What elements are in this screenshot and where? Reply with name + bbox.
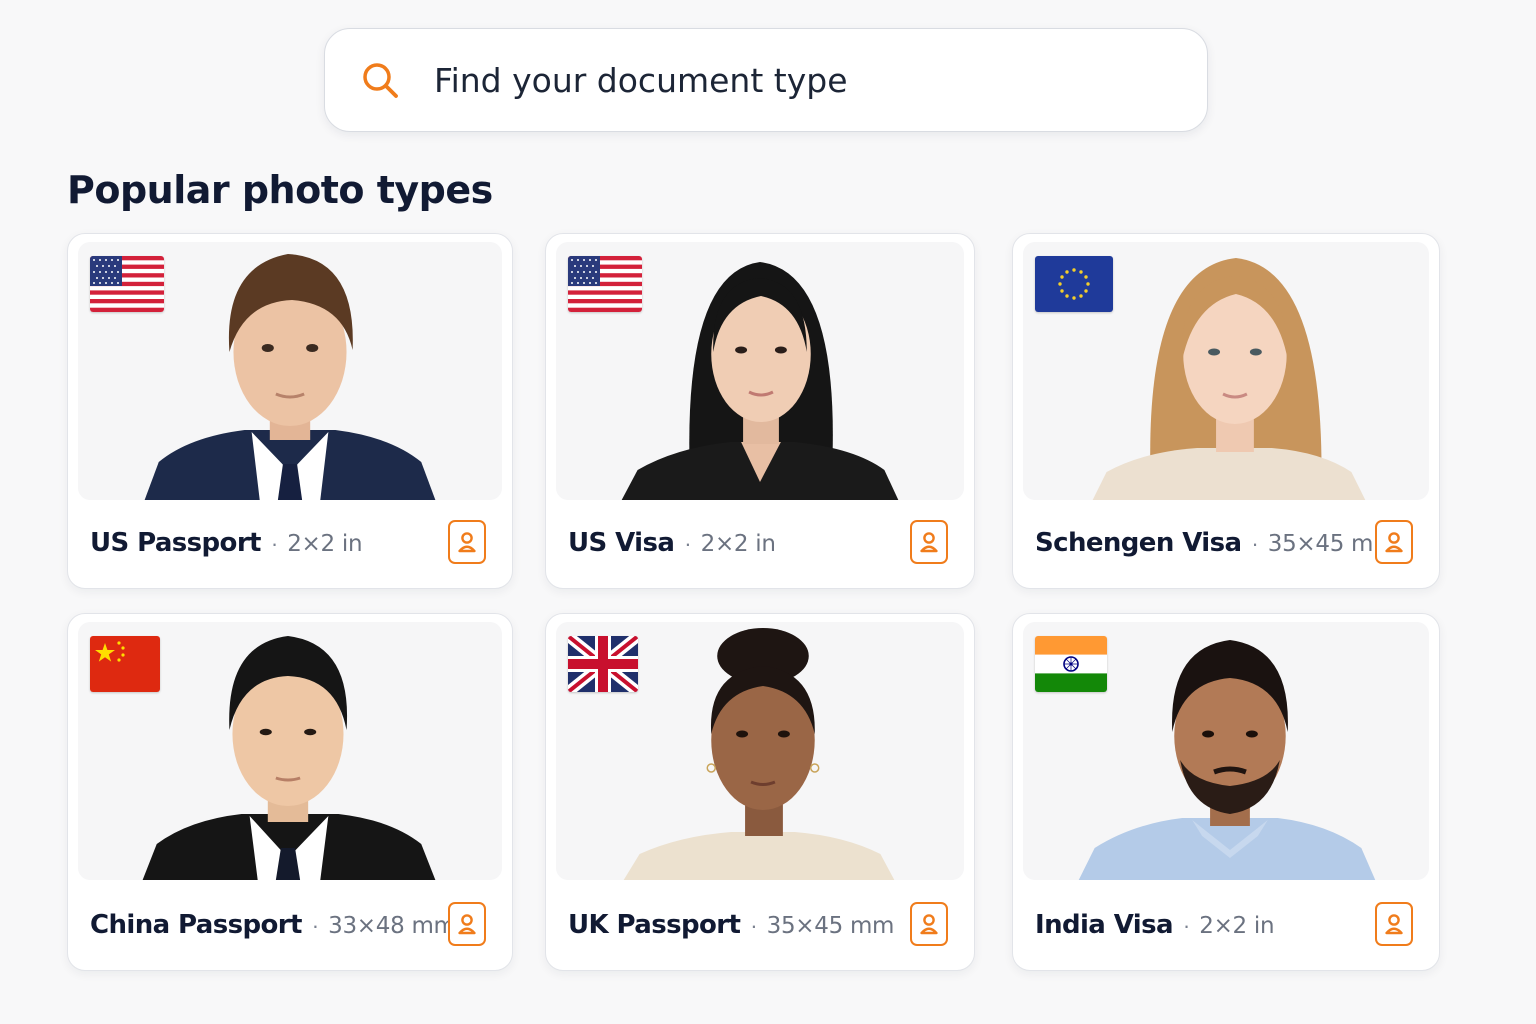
card-us-passport[interactable]: US Passport · 2×2 in (67, 233, 513, 589)
id-photo-button[interactable] (1375, 902, 1413, 946)
portrait-photo (556, 622, 964, 880)
separator-dot: · (1251, 531, 1259, 556)
id-photo-icon (458, 532, 476, 553)
portrait-photo (78, 242, 502, 500)
separator-dot: · (750, 913, 758, 938)
id-photo-button[interactable] (448, 520, 486, 564)
document-name: UK Passport (568, 910, 741, 940)
card-schengen-visa[interactable]: Schengen Visa · 35×45 mm (1012, 233, 1440, 589)
document-name: India Visa (1035, 910, 1174, 940)
photo-size: 2×2 in (287, 531, 363, 557)
photo-size: 33×48 mm (328, 913, 456, 939)
card-label: UK Passport · 35×45 mm (568, 910, 894, 940)
photo-size: 2×2 in (1199, 913, 1275, 939)
eu-flag-icon (1035, 256, 1113, 312)
card-label: Schengen Visa · 35×45 mm (1035, 528, 1396, 558)
separator-dot: · (311, 913, 320, 938)
document-name: US Passport (90, 528, 261, 558)
id-photo-button[interactable] (910, 902, 948, 946)
us-flag-icon (90, 256, 164, 312)
id-photo-button[interactable] (910, 520, 948, 564)
search-icon (363, 63, 398, 98)
id-photo-icon (920, 532, 938, 553)
id-photo-button[interactable] (448, 902, 486, 946)
card-label: China Passport · 33×48 mm (90, 910, 456, 940)
separator-dot: · (270, 531, 279, 556)
card-label: US Passport · 2×2 in (90, 528, 363, 558)
section-title: Popular photo types (67, 168, 493, 212)
us-flag-icon (568, 256, 642, 312)
portrait-photo (1023, 622, 1429, 880)
id-photo-icon (458, 914, 476, 935)
search-bar[interactable] (324, 28, 1208, 132)
separator-dot: · (1182, 913, 1191, 938)
id-photo-icon (1385, 914, 1403, 935)
card-label: India Visa · 2×2 in (1035, 910, 1275, 940)
card-us-visa[interactable]: US Visa · 2×2 in (545, 233, 975, 589)
portrait-photo (78, 622, 502, 880)
id-photo-icon (1385, 532, 1403, 553)
separator-dot: · (684, 531, 692, 556)
card-label: US Visa · 2×2 in (568, 528, 776, 558)
document-name: China Passport (90, 910, 302, 940)
card-uk-passport[interactable]: UK Passport · 35×45 mm (545, 613, 975, 971)
card-china-passport[interactable]: China Passport · 33×48 mm (67, 613, 513, 971)
photo-size: 2×2 in (700, 531, 776, 557)
portrait-photo (556, 242, 964, 500)
id-photo-icon (920, 914, 938, 935)
card-india-visa[interactable]: India Visa · 2×2 in (1012, 613, 1440, 971)
photo-size: 35×45 mm (766, 913, 895, 939)
document-name: Schengen Visa (1035, 528, 1242, 558)
search-input[interactable] (434, 50, 1154, 110)
document-name: US Visa (568, 528, 675, 558)
portrait-photo (1023, 242, 1429, 500)
china-flag-icon (90, 636, 160, 692)
india-flag-icon (1035, 636, 1107, 692)
uk-flag-icon (568, 636, 638, 692)
id-photo-button[interactable] (1375, 520, 1413, 564)
